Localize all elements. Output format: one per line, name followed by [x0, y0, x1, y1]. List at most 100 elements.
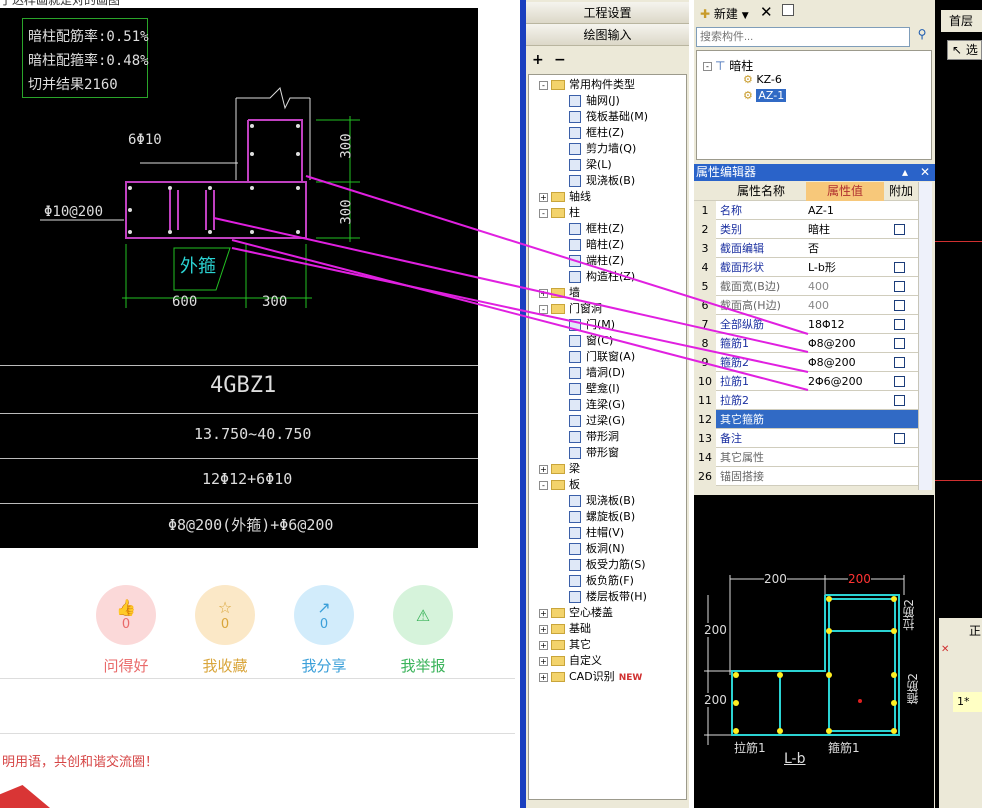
- tree-item[interactable]: -板: [539, 477, 580, 493]
- delete-icon[interactable]: ✕: [760, 3, 773, 21]
- property-row[interactable]: 10 拉筋1 2Φ6@200: [694, 372, 918, 391]
- property-row[interactable]: 2 类别 暗柱: [694, 220, 918, 239]
- highlight-row[interactable]: 1*: [953, 692, 982, 712]
- search-input[interactable]: [696, 27, 910, 47]
- tree-item[interactable]: 筏板基础(M): [569, 109, 648, 125]
- tree-item[interactable]: 轴网(J): [569, 93, 620, 109]
- property-row[interactable]: 9 箍筋2 Φ8@200: [694, 353, 918, 372]
- tree-item[interactable]: + 墙: [539, 285, 580, 301]
- tree-item[interactable]: + 空心楼盖: [539, 605, 613, 621]
- search-icon[interactable]: ⚲: [912, 27, 932, 47]
- tree-item[interactable]: + 其它: [539, 637, 591, 653]
- tree-item[interactable]: 板洞(N): [569, 541, 625, 557]
- tree-item[interactable]: 过梁(G): [569, 413, 625, 429]
- collapse-all-icon[interactable]: −: [554, 52, 566, 68]
- property-value[interactable]: [808, 391, 884, 410]
- attach-checkbox[interactable]: [894, 376, 905, 387]
- expand-toggle-icon[interactable]: +: [539, 608, 548, 618]
- tree-item[interactable]: 壁龛(I): [569, 381, 620, 397]
- property-row[interactable]: 14 其它属性: [694, 448, 918, 467]
- close-icon[interactable]: ✕: [920, 164, 930, 181]
- property-value[interactable]: 400: [808, 296, 884, 315]
- action-share[interactable]: ↗ 0 我分享: [293, 585, 355, 676]
- property-value[interactable]: 否: [808, 239, 884, 258]
- property-value[interactable]: Φ8@200: [808, 334, 884, 353]
- tree-item[interactable]: 板负筋(F): [569, 573, 634, 589]
- expand-all-icon[interactable]: +: [532, 52, 544, 68]
- property-value[interactable]: [808, 429, 884, 448]
- property-row[interactable]: 5 截面宽(B边) 400: [694, 277, 918, 296]
- tree-item[interactable]: 暗柱(Z): [569, 237, 624, 253]
- property-value[interactable]: [808, 467, 884, 486]
- property-row[interactable]: 12 其它箍筋: [694, 410, 918, 429]
- attach-checkbox[interactable]: [894, 395, 905, 406]
- attach-checkbox[interactable]: [894, 433, 905, 444]
- tree-item[interactable]: 框柱(Z): [569, 125, 624, 141]
- property-value[interactable]: [808, 448, 884, 467]
- expand-toggle-icon[interactable]: +: [539, 288, 548, 298]
- property-value[interactable]: 2Φ6@200: [808, 372, 884, 391]
- action-report[interactable]: ⚠ 我举报: [392, 585, 454, 676]
- property-row[interactable]: 4 截面形状 L-b形: [694, 258, 918, 277]
- comp-root[interactable]: - ⊤ 暗柱: [703, 57, 753, 74]
- property-value[interactable]: 400: [808, 277, 884, 296]
- floor-selector[interactable]: 首层: [941, 10, 982, 32]
- component-tree[interactable]: - 常用构件类型 轴网(J) 筏板基础(M) 框柱(Z) 剪力墙(Q) 梁(L) 现浇板(B)…: [528, 74, 687, 800]
- comp-item[interactable]: ⚙ KZ-6: [743, 73, 782, 86]
- property-value[interactable]: 暗柱: [808, 220, 884, 239]
- expand-toggle-icon[interactable]: -: [539, 208, 548, 218]
- property-row[interactable]: 6 截面高(H边) 400: [694, 296, 918, 315]
- tree-item[interactable]: 现浇板(B): [569, 173, 635, 189]
- tree-item[interactable]: -柱: [539, 205, 580, 221]
- tree-item[interactable]: - 门窗洞: [539, 301, 602, 317]
- property-value[interactable]: L-b形: [808, 258, 884, 277]
- tree-item[interactable]: + CAD识别 NEW: [539, 669, 642, 685]
- tree-item[interactable]: 构造柱(Z): [569, 269, 635, 285]
- tree-item[interactable]: + 梁: [539, 461, 580, 477]
- expand-toggle-icon[interactable]: +: [539, 656, 548, 666]
- action-favorite[interactable]: ☆ 0 我收藏: [194, 585, 256, 676]
- property-row[interactable]: 11 拉筋2: [694, 391, 918, 410]
- attach-checkbox[interactable]: [894, 319, 905, 330]
- tree-item[interactable]: 墙洞(D): [569, 365, 625, 381]
- expand-toggle-icon[interactable]: -: [539, 480, 548, 490]
- property-value[interactable]: 18Φ12: [808, 315, 884, 334]
- tree-item[interactable]: 柱帽(V): [569, 525, 624, 541]
- tree-item[interactable]: 带形窗: [569, 445, 619, 461]
- draw-input-button[interactable]: 绘图输入: [526, 24, 689, 46]
- expand-toggle-icon[interactable]: +: [539, 192, 548, 202]
- expand-toggle-icon[interactable]: +: [539, 464, 548, 474]
- attach-checkbox[interactable]: [894, 300, 905, 311]
- project-settings-button[interactable]: 工程设置: [526, 2, 689, 24]
- attach-checkbox[interactable]: [894, 338, 905, 349]
- tree-item[interactable]: 剪力墙(Q): [569, 141, 636, 157]
- attach-checkbox[interactable]: [894, 357, 905, 368]
- property-row[interactable]: 7 全部纵筋 18Φ12: [694, 315, 918, 334]
- tree-item[interactable]: 门联窗(A): [569, 349, 635, 365]
- tree-item[interactable]: + 自定义: [539, 653, 602, 669]
- tree-item[interactable]: 带形洞: [569, 429, 619, 445]
- scrollbar[interactable]: [918, 182, 932, 490]
- property-row[interactable]: 13 备注: [694, 429, 918, 448]
- close-icon[interactable]: ✕: [941, 644, 949, 655]
- attach-checkbox[interactable]: [894, 281, 905, 292]
- property-value[interactable]: AZ-1: [808, 201, 884, 220]
- action-good-question[interactable]: 👍 0 问得好: [95, 585, 157, 676]
- property-row[interactable]: 1 名称 AZ-1: [694, 201, 918, 220]
- tree-item[interactable]: 现浇板(B): [569, 493, 635, 509]
- copy-icon[interactable]: [782, 4, 794, 16]
- expand-toggle-icon[interactable]: +: [539, 640, 548, 650]
- property-value[interactable]: Φ8@200: [808, 353, 884, 372]
- tree-item[interactable]: 端柱(Z): [569, 253, 624, 269]
- tree-item[interactable]: + 轴线: [539, 189, 591, 205]
- select-button[interactable]: ↖ 选: [947, 40, 982, 60]
- expand-toggle-icon[interactable]: -: [539, 304, 548, 314]
- expand-toggle-icon[interactable]: +: [539, 624, 548, 634]
- pin-icon[interactable]: ▴: [902, 164, 908, 181]
- tree-item[interactable]: - 常用构件类型: [539, 77, 635, 93]
- tree-item[interactable]: 框柱(Z): [569, 221, 624, 237]
- drawing-canvas[interactable]: 首层 ↖ 选 正 ✕ 1*: [935, 0, 982, 808]
- tree-item[interactable]: 连梁(G): [569, 397, 625, 413]
- tree-item[interactable]: 梁(L): [569, 157, 612, 173]
- tree-item[interactable]: 板受力筋(S): [569, 557, 646, 573]
